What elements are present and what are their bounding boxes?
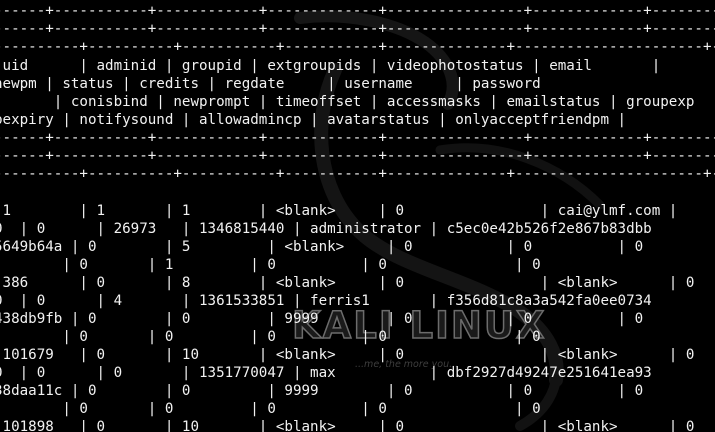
table-row-line: 386 | 0 | 8 | <blank> | 0 | <blank> | 0 <box>0 275 695 291</box>
table-row-line: | 0 | 0 | 0 | 0 | 0 <box>0 329 541 345</box>
table-header-line: uid | adminid | groupid | extgroupids | … <box>0 58 661 74</box>
table-border-line: ------+-----------+------------+--------… <box>0 3 715 19</box>
table-border-line: ------+-----------+------------+--------… <box>0 148 715 164</box>
table-row-line: 1 | 1 | 1 | <blank> | 0 | cai@ylmf.com | <box>0 203 678 219</box>
table-row-line: 101679 | 0 | 10 | <blank> | 0 | <blank> … <box>0 347 695 363</box>
terminal-window[interactable]: KALI LINUX ...me, the more you... ------… <box>0 0 715 432</box>
table-header-line: pexpiry | notifysound | allowadmincp | a… <box>0 112 627 128</box>
table-header-line: | conisbind | newprompt | timeoffset | a… <box>0 94 695 110</box>
table-header-line: newpm | status | credits | regdate | use… <box>0 76 541 92</box>
table-border-line: ----------+----------+-----------+------… <box>0 166 715 182</box>
terminal-output[interactable]: ------+-----------+------------+--------… <box>0 0 715 432</box>
table-border-line: ----------+----------+-----------+------… <box>0 39 715 55</box>
table-row-line: 5649b64a | 0 | 5 | <blank> | 0 | 0 | 0 <box>0 239 644 255</box>
table-row-line: 101898 | 0 | 10 | <blank> | 0 | <blank> … <box>0 419 695 432</box>
table-row-line: 38daa11c | 0 | 0 | 9999 | 0 | 0 | 0 <box>0 383 644 399</box>
table-row-line: 0 | 0 | 4 | 1361533851 | ferris1 | f356d… <box>0 293 652 309</box>
table-border-line: ------+-----------+------------+--------… <box>0 130 715 146</box>
table-row-line: | 0 | 0 | 0 | 0 | 0 <box>0 401 541 417</box>
table-border-line: ------+-----------+------------+--------… <box>0 21 715 37</box>
table-row-line: | 0 | 1 | 0 | 0 | 0 <box>0 257 541 273</box>
table-row-line: 0 | 0 | 26973 | 1346815440 | administrat… <box>0 221 652 237</box>
table-row-line: 438db9fb | 0 | 0 | 9999 | 0 | 0 | 0 <box>0 311 644 327</box>
table-row-line: 0 | 0 | 0 | 1351770047 | max | dbf2927d4… <box>0 365 652 381</box>
